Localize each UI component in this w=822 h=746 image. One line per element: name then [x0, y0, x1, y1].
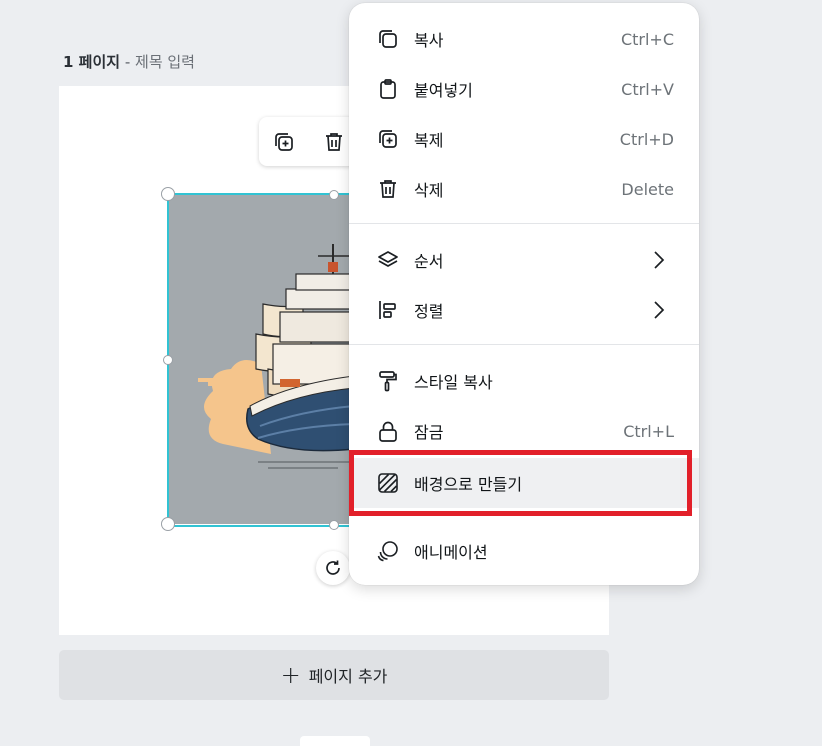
resize-handle-bottom-left[interactable]	[161, 517, 175, 531]
menu-divider	[349, 344, 699, 345]
duplicate-button[interactable]	[269, 127, 299, 157]
lock-icon	[379, 421, 397, 442]
align-icon	[379, 301, 396, 319]
rotate-icon	[326, 560, 340, 575]
menu-item-lock[interactable]: 잠금 Ctrl+L	[349, 409, 699, 453]
chevron-right-icon	[654, 301, 665, 319]
add-page-button[interactable]: + 페이지 추가	[59, 650, 609, 700]
menu-item-animation[interactable]: 애니메이션	[349, 529, 699, 573]
delete-button[interactable]	[319, 127, 349, 157]
menu-item-label: 정렬	[414, 302, 444, 321]
menu-item-shortcut: Ctrl+V	[621, 79, 674, 99]
resize-handle-top[interactable]	[329, 190, 339, 200]
selection-outline	[167, 193, 357, 527]
layers-icon	[378, 251, 398, 267]
menu-item-order[interactable]: 순서	[349, 238, 699, 282]
add-page-label: 페이지 추가	[308, 667, 388, 686]
chevron-right-icon	[654, 251, 665, 269]
menu-item-label: 복사	[414, 31, 444, 50]
menu-item-label: 순서	[414, 252, 444, 271]
menu-item-paste[interactable]: 붙여넣기 Ctrl+V	[349, 67, 699, 111]
page-title-input[interactable]: 제목 입력	[135, 53, 195, 71]
menu-item-label: 애니메이션	[414, 543, 488, 562]
bottom-scroll-tab[interactable]	[300, 736, 370, 746]
page-title[interactable]: 1 페이지 - 제목 입력	[63, 51, 195, 72]
menu-item-duplicate[interactable]: 복제 Ctrl+D	[349, 117, 699, 161]
trash-icon	[380, 180, 396, 198]
element-toolbar	[259, 117, 359, 166]
menu-divider	[349, 223, 699, 224]
menu-item-copy[interactable]: 복사 Ctrl+C	[349, 17, 699, 61]
resize-handle-top-left[interactable]	[161, 187, 175, 201]
page-number: 1 페이지	[63, 53, 121, 71]
menu-item-delete[interactable]: 삭제 Delete	[349, 167, 699, 211]
menu-item-copy-style[interactable]: 스타일 복사	[349, 359, 699, 403]
paint-roller-icon	[379, 371, 397, 392]
menu-item-shortcut: Delete	[621, 179, 674, 199]
menu-item-shortcut: Ctrl+L	[623, 421, 674, 441]
resize-handle-bottom[interactable]	[329, 520, 339, 530]
menu-item-align[interactable]: 정렬	[349, 288, 699, 332]
menu-item-shortcut: Ctrl+C	[620, 29, 674, 49]
duplicate-icon	[275, 133, 293, 151]
menu-item-label: 붙여넣기	[414, 81, 473, 100]
rotate-button[interactable]	[316, 551, 350, 585]
duplicate-icon	[379, 130, 397, 148]
copy-icon	[379, 30, 397, 48]
resize-handle-left[interactable]	[163, 355, 173, 365]
menu-item-label: 복제	[414, 131, 444, 150]
menu-item-shortcut: Ctrl+D	[619, 129, 674, 149]
animation-icon	[377, 541, 398, 562]
trash-icon	[326, 133, 342, 151]
menu-item-label: 잠금	[414, 423, 444, 442]
menu-item-label: 스타일 복사	[414, 373, 493, 392]
highlight-annotation-box	[349, 450, 692, 516]
menu-item-label: 삭제	[414, 181, 444, 200]
plus-icon: +	[280, 661, 301, 689]
clipboard-icon	[380, 79, 396, 99]
title-separator: -	[120, 53, 136, 71]
